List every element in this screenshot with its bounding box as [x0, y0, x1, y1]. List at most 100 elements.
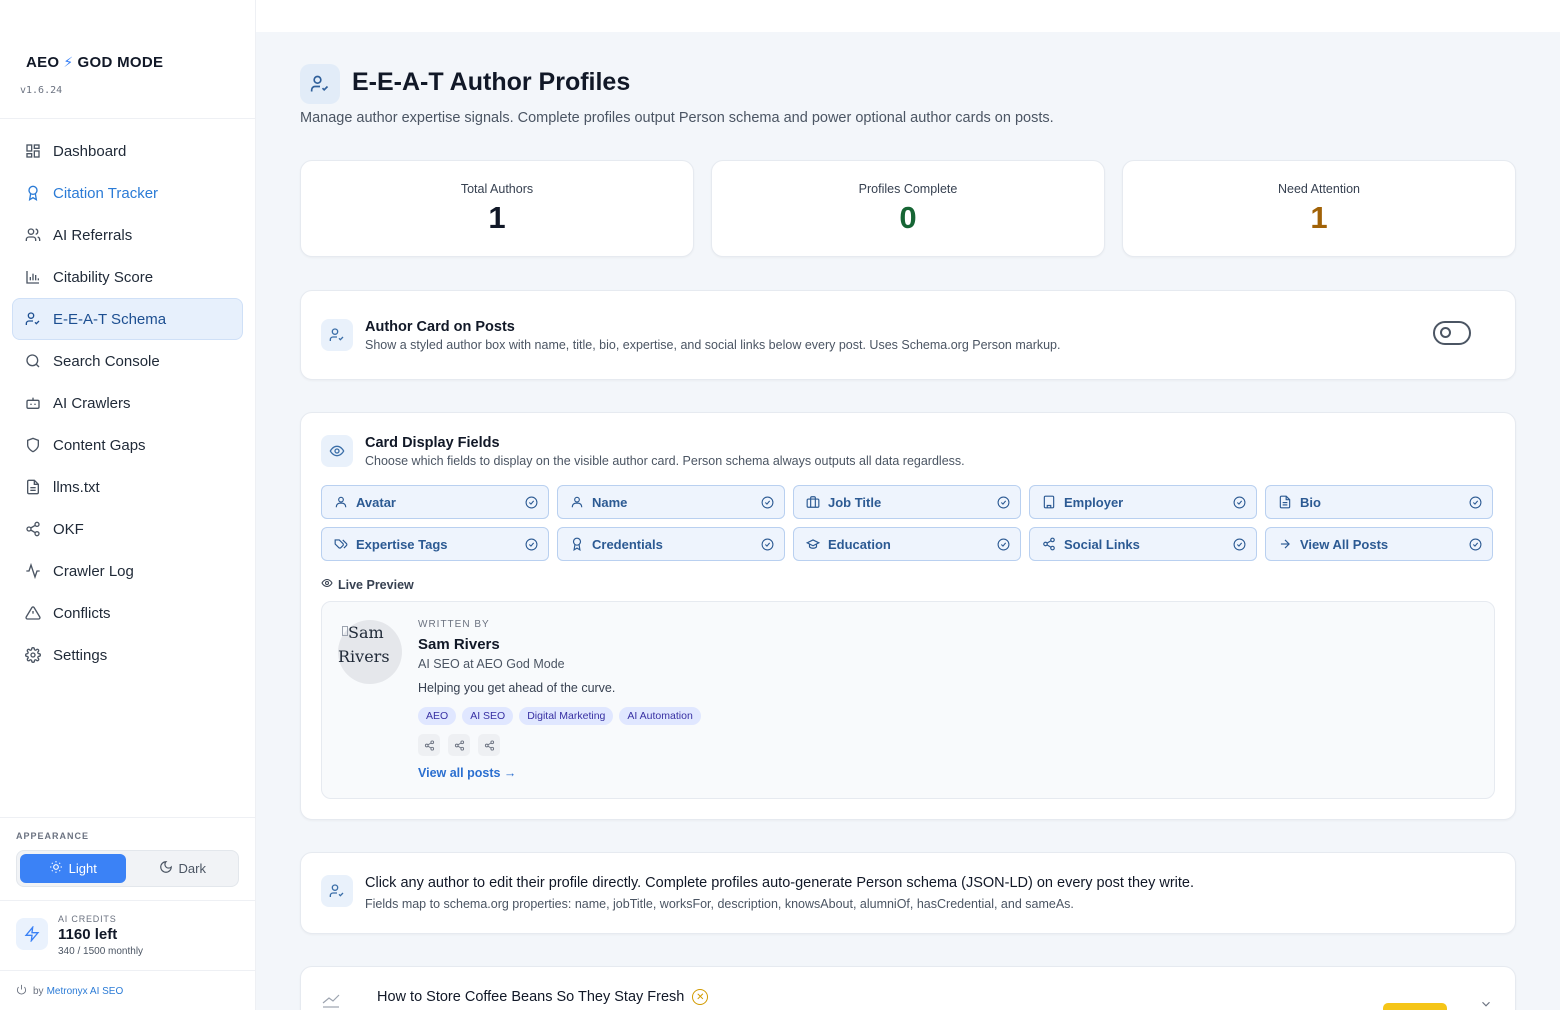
- field-toggle-job-title[interactable]: Job Title: [793, 485, 1021, 519]
- sidebar-item-crawler-log[interactable]: Crawler Log: [12, 550, 243, 592]
- field-toggle-bio[interactable]: Bio: [1265, 485, 1493, 519]
- author-post-row[interactable]: How to Store Coffee Beans So They Stay F…: [300, 966, 1516, 1010]
- sidebar-item-content-gaps[interactable]: Content Gaps: [12, 424, 243, 466]
- user-icon: [570, 495, 584, 509]
- card-description: Show a styled author box with name, titl…: [365, 338, 1061, 352]
- share-icon[interactable]: [448, 734, 470, 756]
- sidebar-item-dashboard[interactable]: Dashboard: [12, 130, 243, 172]
- field-label: Job Title: [828, 494, 882, 510]
- divider: [0, 817, 256, 818]
- card-title: Author Card on Posts: [365, 319, 515, 335]
- field-toggle-employer[interactable]: Employer: [1029, 485, 1257, 519]
- sidebar-item-search-console[interactable]: Search Console: [12, 340, 243, 382]
- dark-theme-label: Dark: [178, 861, 206, 876]
- stat-total-authors: Total Authors 1: [300, 160, 694, 257]
- alert-triangle-icon: [25, 605, 41, 621]
- check-circle-icon: [761, 538, 774, 551]
- avatar-alt-line-1: Sam: [348, 623, 384, 642]
- field-toggle-view-all-posts[interactable]: View All Posts: [1265, 527, 1493, 561]
- award-icon: [25, 185, 41, 201]
- brand-logo[interactable]: AEO ⚡ GOD MODE: [26, 54, 163, 71]
- check-circle-icon: [525, 538, 538, 551]
- field-toggle-avatar[interactable]: Avatar: [321, 485, 549, 519]
- credits-sub: 340 / 1500 monthly: [58, 946, 144, 957]
- sidebar-item-label: E-E-A-T Schema: [53, 310, 167, 328]
- vendor-link[interactable]: Metronyx AI SEO: [47, 986, 124, 997]
- file-text-icon: [1278, 495, 1292, 509]
- user-check-icon: [321, 875, 353, 907]
- divider: [0, 900, 256, 901]
- sidebar-item-citability-score[interactable]: Citability Score: [12, 256, 243, 298]
- author-bio: Helping you get ahead of the curve.: [418, 681, 616, 695]
- by-line: by Metronyx AI SEO: [16, 984, 123, 998]
- info-description: Fields map to schema.org properties: nam…: [365, 897, 1074, 911]
- user-icon: [334, 495, 348, 509]
- sidebar-item-label: Settings: [53, 646, 108, 664]
- by-prefix: by: [33, 985, 44, 997]
- info-card: Click any author to edit their profile d…: [300, 852, 1516, 934]
- lightning-icon: [16, 918, 48, 950]
- check-circle-icon: [761, 496, 774, 509]
- moon-icon: [159, 860, 173, 877]
- check-circle-icon: [997, 538, 1010, 551]
- page-title: E-E-A-T Author Profiles: [352, 68, 631, 96]
- sidebar-item-eeat-schema[interactable]: E-E-A-T Schema: [12, 298, 243, 340]
- share-icon[interactable]: [478, 734, 500, 756]
- field-label: Avatar: [356, 494, 396, 510]
- field-toggle-expertise-tags[interactable]: Expertise Tags: [321, 527, 549, 561]
- sidebar-item-ai-referrals[interactable]: AI Referrals: [12, 214, 243, 256]
- light-theme-button[interactable]: Light: [20, 854, 126, 883]
- check-circle-icon: [1469, 496, 1482, 509]
- check-circle-icon: [1233, 538, 1246, 551]
- expertise-tag: AEO: [418, 707, 457, 725]
- field-label: View All Posts: [1300, 536, 1389, 552]
- dark-theme-button[interactable]: Dark: [130, 854, 236, 883]
- field-label: Expertise Tags: [356, 536, 448, 552]
- sidebar-item-okf[interactable]: OKF: [12, 508, 243, 550]
- shield-icon: [25, 437, 41, 453]
- power-icon: [16, 984, 27, 998]
- theme-toggle: Light Dark: [16, 850, 239, 887]
- share-icon[interactable]: [418, 734, 440, 756]
- sidebar-item-settings[interactable]: Settings: [12, 634, 243, 676]
- sidebar-item-citation-tracker[interactable]: Citation Tracker: [12, 172, 243, 214]
- check-circle-icon: [997, 496, 1010, 509]
- field-label: Name: [592, 494, 628, 510]
- field-label: Employer: [1064, 494, 1124, 510]
- main-content: E-E-A-T Author Profiles Manage author ex…: [256, 32, 1560, 1010]
- expertise-tag: AI Automation: [619, 707, 701, 725]
- card-display-fields: Card Display Fields Choose which fields …: [300, 412, 1516, 820]
- field-label: Social Links: [1064, 536, 1140, 552]
- sidebar: AEO ⚡ GOD MODE v1.6.24 Dashboard Citatio…: [0, 0, 256, 1010]
- sidebar-item-label: AI Crawlers: [53, 394, 131, 412]
- sidebar-item-label: Citability Score: [53, 268, 154, 286]
- file-text-icon: [25, 479, 41, 495]
- search-icon: [25, 353, 41, 369]
- sidebar-item-conflicts[interactable]: Conflicts: [12, 592, 243, 634]
- field-label: Bio: [1300, 494, 1321, 510]
- card-title: Card Display Fields: [365, 435, 500, 451]
- status-badge: [1383, 1003, 1447, 1010]
- author-card-toggle[interactable]: [1433, 321, 1471, 345]
- bar-chart-icon: [25, 269, 41, 285]
- page-subtitle: Manage author expertise signals. Complet…: [300, 110, 1054, 126]
- brand-name-left: AEO: [26, 54, 60, 71]
- sidebar-item-label: AI Referrals: [53, 226, 133, 244]
- bolt-icon: ⚡: [63, 54, 74, 70]
- field-toggle-education[interactable]: Education: [793, 527, 1021, 561]
- field-label: Credentials: [592, 536, 663, 552]
- sidebar-item-label: Crawler Log: [53, 562, 134, 580]
- post-row-title: How to Store Coffee Beans So They Stay F…: [377, 989, 709, 1005]
- chevron-down-icon[interactable]: [1479, 997, 1493, 1010]
- share-icon: [1042, 537, 1056, 551]
- field-toggle-name[interactable]: Name: [557, 485, 785, 519]
- post-title: How to Store Coffee Beans So They Stay F…: [377, 989, 685, 1005]
- author-job-title: AI SEO at AEO God Mode: [418, 657, 565, 671]
- view-all-posts-link[interactable]: View all posts →: [418, 766, 516, 780]
- field-toggle-social-links[interactable]: Social Links: [1029, 527, 1257, 561]
- user-check-icon: [25, 311, 41, 327]
- field-toggle-credentials[interactable]: Credentials: [557, 527, 785, 561]
- sidebar-item-ai-crawlers[interactable]: AI Crawlers: [12, 382, 243, 424]
- users-icon: [25, 227, 41, 243]
- sidebar-item-llms-txt[interactable]: llms.txt: [12, 466, 243, 508]
